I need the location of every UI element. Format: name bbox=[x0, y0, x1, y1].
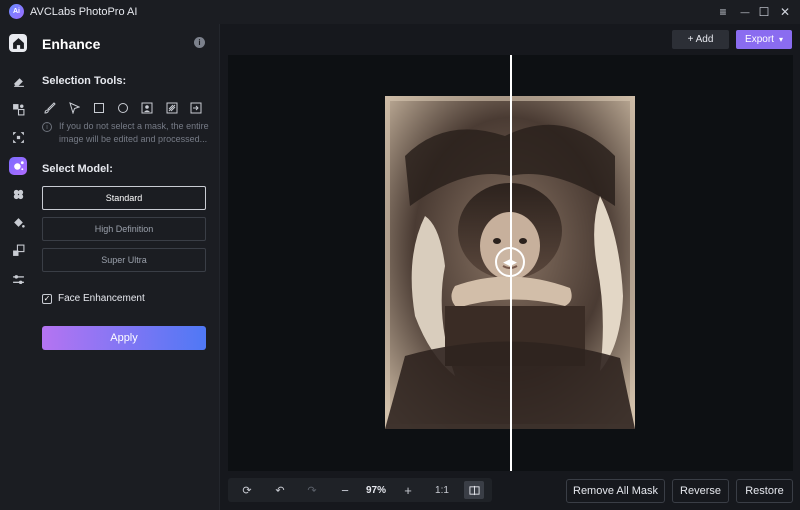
add-button[interactable]: + Add bbox=[672, 30, 729, 49]
rectangle-icon[interactable] bbox=[92, 101, 106, 115]
brush-icon[interactable] bbox=[43, 101, 57, 115]
undo-icon[interactable]: ↶ bbox=[271, 478, 289, 502]
actual-size-button[interactable]: 1:1 bbox=[431, 478, 453, 502]
reset-view-icon[interactable]: ⟳ bbox=[238, 478, 256, 502]
restore-button[interactable]: Restore bbox=[736, 479, 793, 503]
resize-icon[interactable] bbox=[9, 241, 27, 259]
face-enhancement-label: Face Enhancement bbox=[58, 293, 145, 304]
ellipse-icon[interactable] bbox=[116, 101, 130, 115]
model-standard-button[interactable]: Standard bbox=[42, 186, 206, 210]
menu-icon[interactable]: ≡ bbox=[714, 3, 732, 21]
auto-select-icon[interactable] bbox=[165, 101, 179, 115]
panel-title: Enhance bbox=[42, 36, 101, 52]
zoom-out-icon[interactable]: − bbox=[336, 478, 354, 502]
minimize-button[interactable]: — bbox=[736, 3, 754, 21]
enhance-icon[interactable] bbox=[9, 157, 27, 175]
export-label: Export bbox=[745, 34, 774, 45]
model-super-ultra-button[interactable]: Super Ultra bbox=[42, 248, 206, 272]
model-high-definition-button[interactable]: High Definition bbox=[42, 217, 206, 241]
compare-handle-icon[interactable]: ◀▶ bbox=[495, 247, 525, 277]
selection-tools bbox=[43, 101, 203, 115]
zoom-in-icon[interactable]: + bbox=[399, 478, 417, 502]
title-bar: Ai AVCLabs PhotoPro AI ≡ — ☐ ✕ bbox=[0, 0, 800, 24]
zoom-value: 97% bbox=[365, 484, 386, 496]
selection-tools-label: Selection Tools: bbox=[42, 75, 127, 87]
compare-view-icon[interactable] bbox=[464, 481, 484, 499]
apply-button[interactable]: Apply bbox=[42, 326, 206, 350]
app-logo-icon: Ai bbox=[9, 4, 24, 19]
close-button[interactable]: ✕ bbox=[776, 3, 794, 21]
info-icon[interactable]: i bbox=[194, 37, 205, 48]
remove-all-mask-button[interactable]: Remove All Mask bbox=[566, 479, 665, 503]
home-icon[interactable] bbox=[9, 34, 27, 52]
lasso-icon[interactable] bbox=[67, 101, 81, 115]
app-title: AVCLabs PhotoPro AI bbox=[30, 6, 138, 18]
colorize-icon[interactable] bbox=[9, 185, 27, 203]
select-model-label: Select Model: bbox=[42, 163, 113, 175]
hint-info-icon: i bbox=[42, 122, 52, 132]
enhance-panel: Enhance i Selection Tools: i If you do n… bbox=[35, 24, 220, 510]
maximize-button[interactable]: ☐ bbox=[755, 3, 773, 21]
eraser-icon[interactable] bbox=[9, 72, 27, 90]
replace-icon[interactable] bbox=[9, 100, 27, 118]
selection-hint: If you do not select a mask, the entire … bbox=[59, 121, 209, 144]
image-canvas[interactable]: ◀▶ bbox=[228, 55, 793, 471]
face-enhancement-checkbox[interactable]: ✓ bbox=[42, 293, 52, 304]
portrait-icon[interactable] bbox=[140, 101, 154, 115]
import-icon[interactable] bbox=[189, 101, 203, 115]
reverse-button[interactable]: Reverse bbox=[672, 479, 729, 503]
view-toolbar: ⟳ ↶ ↷ − 97% + 1:1 bbox=[228, 478, 492, 502]
left-rail bbox=[0, 24, 35, 510]
adjust-icon[interactable] bbox=[9, 270, 27, 288]
face-enhancement-option[interactable]: ✓ Face Enhancement bbox=[42, 293, 145, 304]
expand-icon[interactable] bbox=[9, 128, 27, 146]
redo-icon[interactable]: ↷ bbox=[303, 478, 321, 502]
chevron-down-icon: ▾ bbox=[778, 35, 783, 44]
export-button[interactable]: Export ▾ bbox=[736, 30, 792, 49]
fill-icon[interactable] bbox=[9, 213, 27, 231]
